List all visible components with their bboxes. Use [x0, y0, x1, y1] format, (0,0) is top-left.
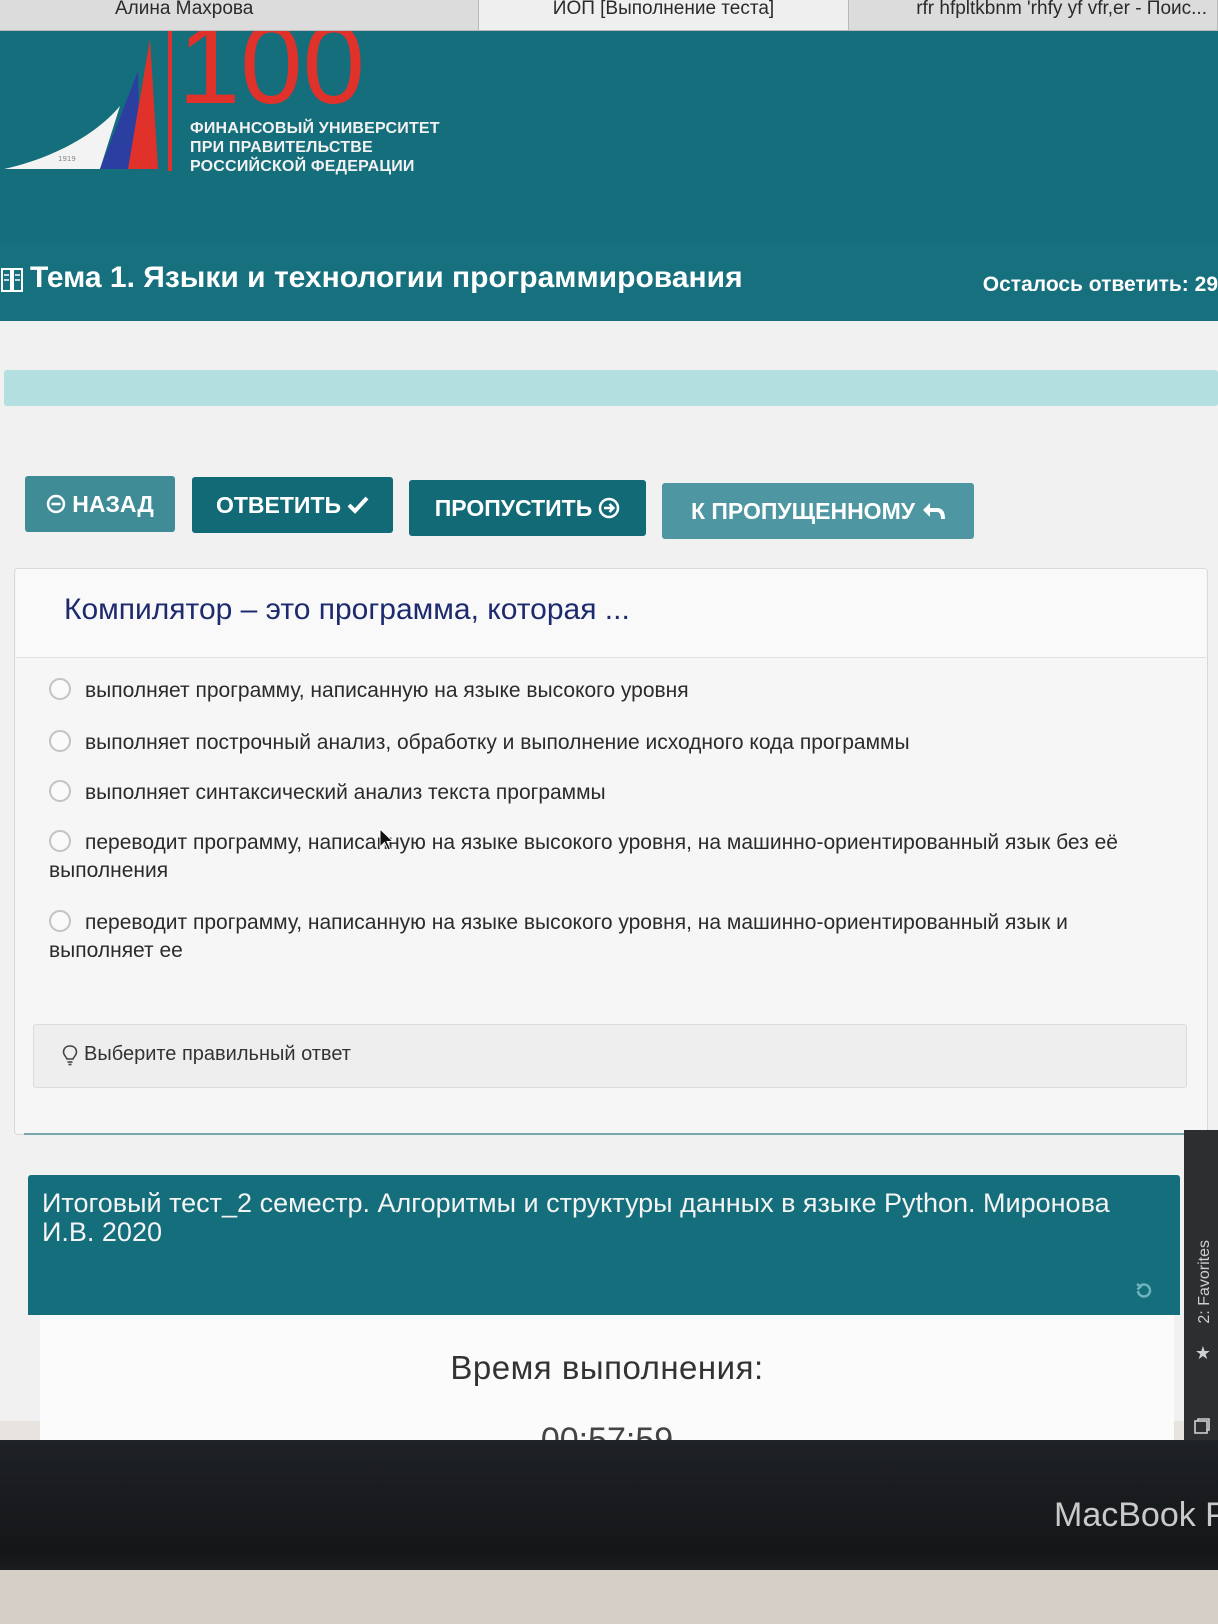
radio-button[interactable]: [49, 830, 71, 852]
answer-option-text: выполняет программу, написанную на языке…: [85, 679, 689, 702]
window-icon[interactable]: [1193, 1417, 1211, 1435]
reply-arrow-icon: [923, 503, 946, 520]
lightbulb-icon: [62, 1044, 78, 1065]
radio-button[interactable]: [49, 730, 71, 752]
desk-surface: [0, 1570, 1218, 1624]
progress-bar: [4, 370, 1218, 406]
university-name-line: ФИНАНСОВЫЙ УНИВЕРСИТЕТ: [190, 120, 440, 137]
time-label: Время выполнения:: [450, 1349, 764, 1386]
question-header: Компилятор – это программа, которая ...: [16, 569, 1206, 658]
browser-tab-test[interactable]: ИОП [Выполнение теста]: [479, 0, 849, 30]
answer-option-text: выполняет синтаксический анализ текста п…: [85, 781, 606, 804]
book-icon: [1, 268, 23, 292]
answer-option[interactable]: выполняет синтаксический анализ текста п…: [49, 779, 1149, 807]
university-name-line: РОССИЙСКОЙ ФЕДЕРАЦИИ: [190, 158, 415, 175]
answer-button-label: ОТВЕТИТЬ: [215, 491, 342, 518]
answer-option[interactable]: выполняет программу, написанную на языке…: [49, 677, 1149, 705]
university-name-line: ПРИ ПРАВИТЕЛЬСТВЕ: [190, 139, 373, 156]
topic-bar: Тема 1. Языки и технологии программирова…: [0, 243, 1218, 321]
answer-option-text: переводит программу, написанную на языке…: [49, 831, 1118, 882]
mouse-cursor-icon: [379, 828, 395, 851]
to-skipped-button-label: К ПРОПУЩЕННОМУ: [690, 497, 916, 524]
answer-option[interactable]: выполняет построчный анализ, обработку и…: [49, 729, 1149, 757]
to-skipped-button[interactable]: К ПРОПУЩЕННОМУ: [662, 483, 974, 539]
hint-box: Выберите правильный ответ: [33, 1024, 1187, 1088]
back-button[interactable]: НАЗАД: [25, 476, 175, 532]
skip-button-label: ПРОПУСТИТЬ: [434, 494, 593, 521]
browser-tab-search[interactable]: rfr hfpltkbnm 'rhfy yf vfr,er - Поис...: [849, 0, 1218, 30]
back-button-label: НАЗАД: [72, 490, 154, 517]
question-panel: Компилятор – это программа, которая ... …: [14, 568, 1208, 1135]
answer-option[interactable]: переводит программу, написанную на языке…: [49, 829, 1149, 885]
site-header: 1919 100 ФИНАНСОВЫЙ УНИВЕРСИТЕТ ПРИ ПРАВ…: [0, 31, 1218, 243]
answer-button[interactable]: ОТВЕТИТЬ: [192, 477, 393, 533]
topic-title: Тема 1. Языки и технологии программирова…: [30, 261, 743, 294]
hint-text: Выберите правильный ответ: [84, 1043, 351, 1065]
logo-year: 1919: [58, 155, 76, 163]
skip-button[interactable]: ПРОПУСТИТЬ: [409, 480, 646, 536]
university-name: ФИНАНСОВЫЙ УНИВЕРСИТЕТ ПРИ ПРАВИТЕЛЬСТВЕ…: [190, 119, 440, 176]
minus-circle-icon: [47, 494, 66, 514]
test-info-header: Итоговый тест_2 семестр. Алгоритмы и стр…: [28, 1175, 1180, 1315]
browser-tab-strip: Алина Махрова ИОП [Выполнение теста] rfr…: [0, 0, 1218, 31]
test-title: Итоговый тест_2 семестр. Алгоритмы и стр…: [42, 1188, 1110, 1247]
browser-tab-profile[interactable]: Алина Махрова: [0, 0, 480, 30]
star-icon: ★: [1194, 1343, 1211, 1363]
radio-button[interactable]: [49, 910, 71, 932]
favorites-tab[interactable]: 2: Favorites: [1196, 1240, 1214, 1324]
device-brand-label: MacBook Pro: [1054, 1496, 1218, 1534]
section-divider: [24, 1133, 1184, 1135]
checkmark-icon: [347, 496, 369, 514]
answer-option-text: выполняет построчный анализ, обработку и…: [85, 731, 910, 754]
remaining-counter: Осталось ответить: 29: [982, 273, 1218, 296]
radio-button[interactable]: [49, 678, 71, 700]
radio-button[interactable]: [49, 780, 71, 802]
refresh-icon[interactable]: [1134, 1281, 1154, 1301]
logo-number: 100: [178, 31, 365, 127]
question-text: Компилятор – это программа, которая ...: [64, 593, 630, 626]
timer-panel: Время выполнения: 00:57:59: [40, 1315, 1174, 1443]
hint: Выберите правильный ответ: [62, 1043, 351, 1066]
answer-option[interactable]: переводит программу, написанную на языке…: [49, 909, 1149, 965]
answer-option-text: переводит программу, написанную на языке…: [49, 911, 1068, 962]
arrow-right-circle-icon: [599, 497, 620, 519]
